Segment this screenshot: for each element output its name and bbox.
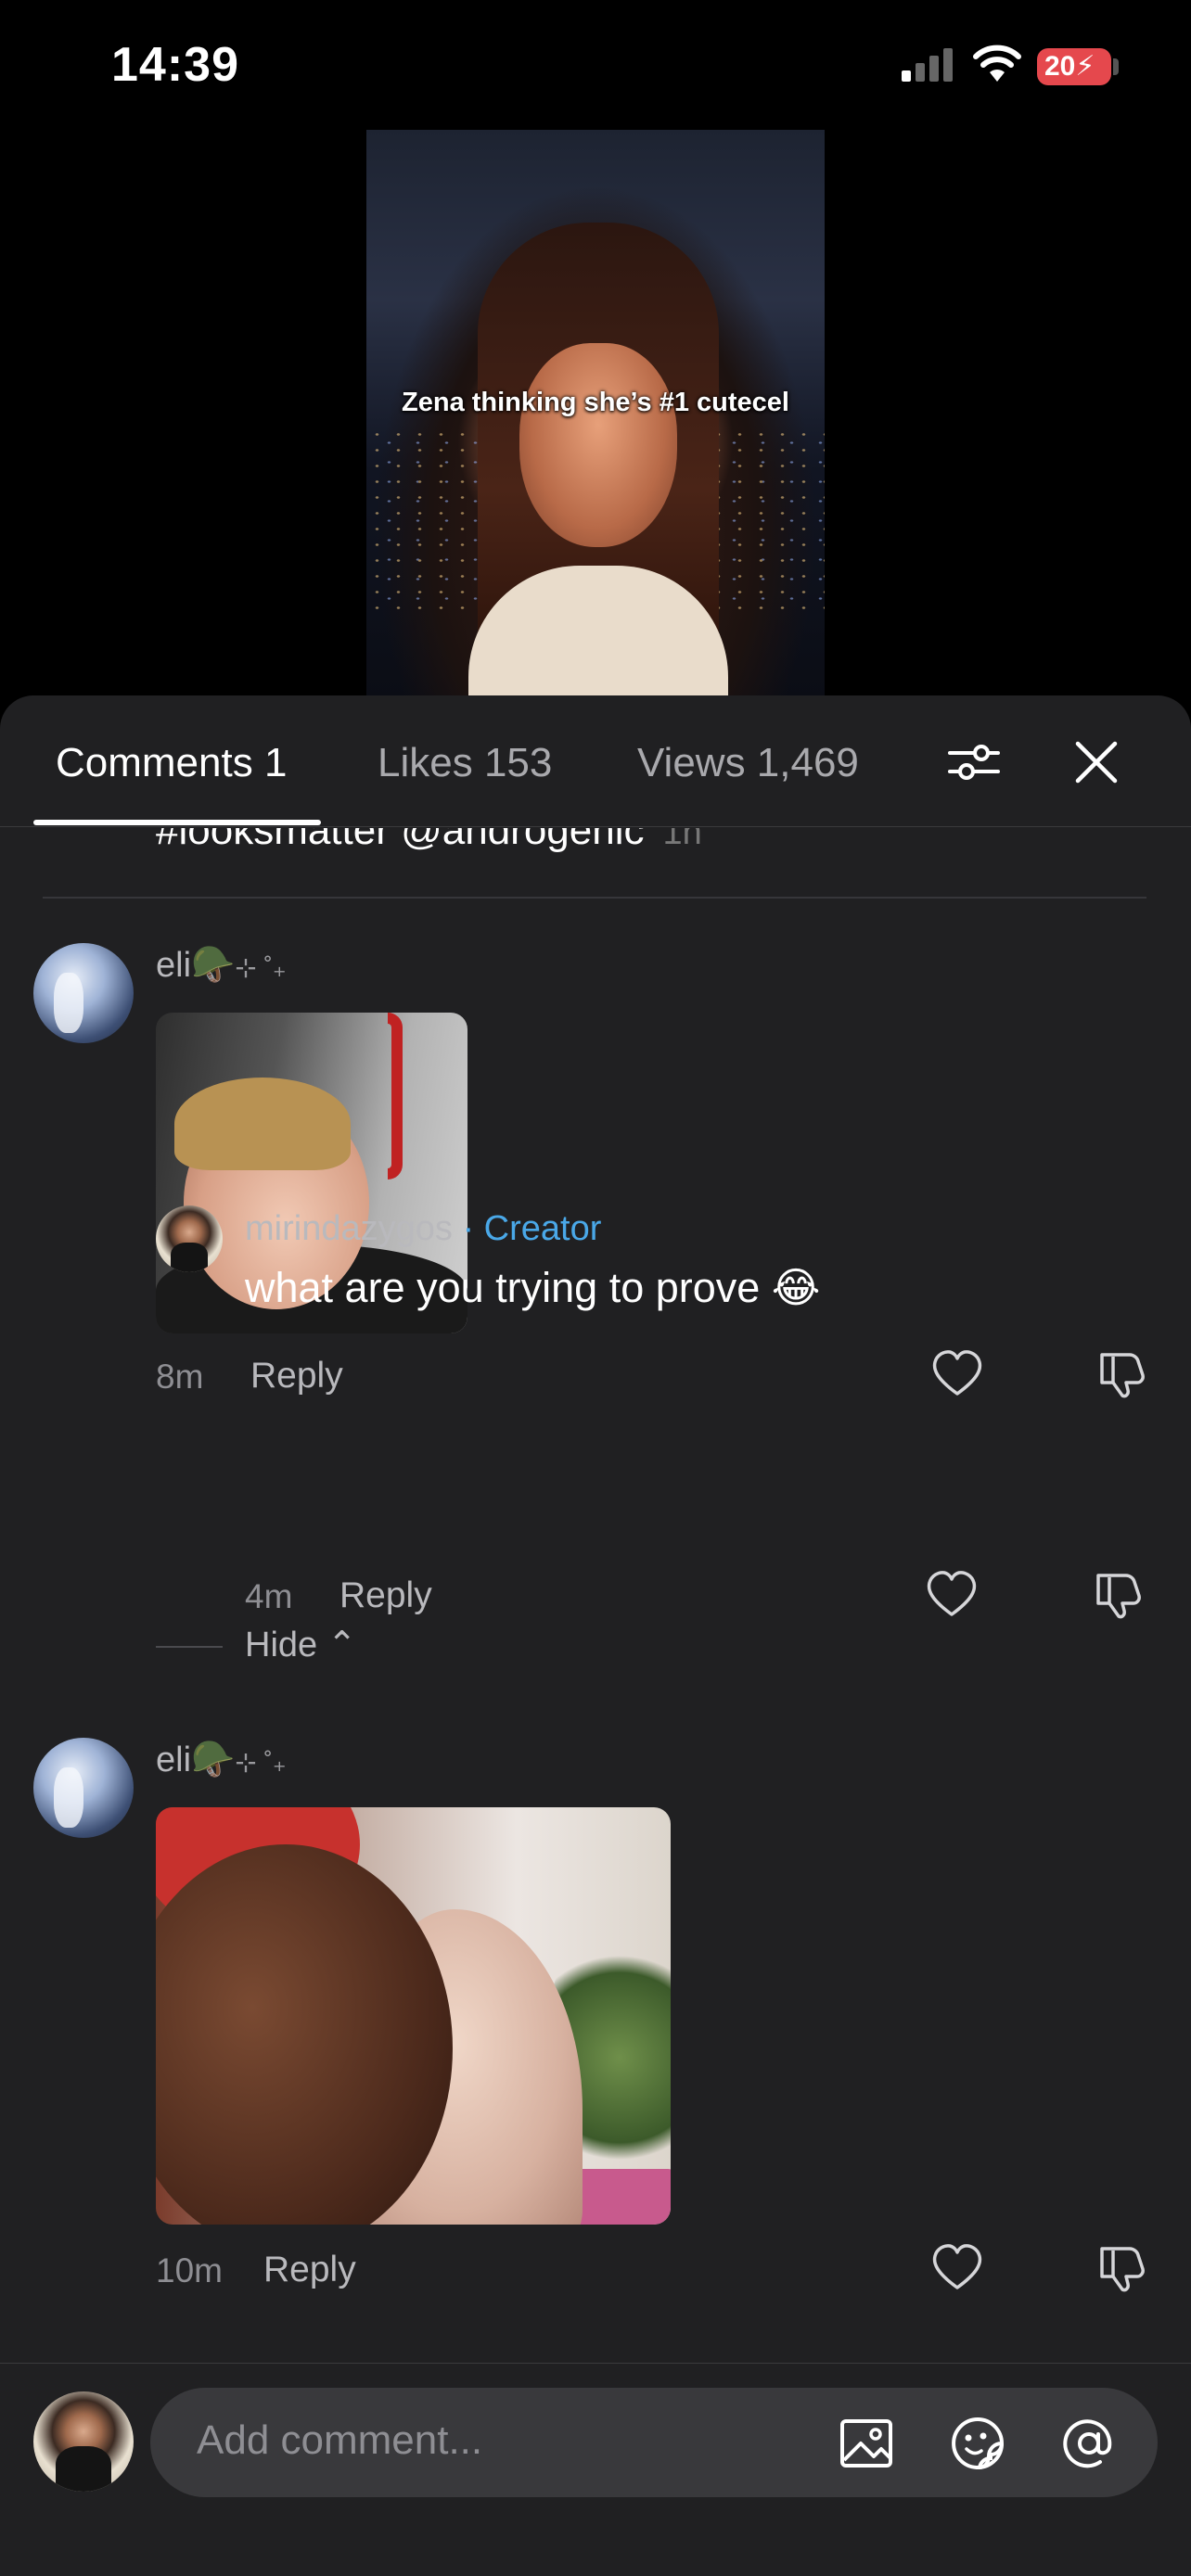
heart-icon[interactable] [924, 1566, 980, 1622]
at-icon[interactable] [1059, 2414, 1119, 2473]
avatar[interactable] [156, 1205, 223, 1272]
video-preview[interactable]: Zena thinking she’s #1 cutecel [366, 130, 825, 697]
comment-time: 8m [156, 1358, 204, 1396]
photo-hair [174, 1078, 351, 1170]
video-caption: Zena thinking she’s #1 cutecel [402, 388, 789, 417]
username-text: eli🪖 [156, 946, 236, 985]
tab-bar: Comments 1 Likes 153 Views 1,469 [0, 695, 1191, 827]
comments-sheet: Comments 1 Likes 153 Views 1,469 #looksm… [0, 695, 1191, 2576]
current-user-avatar[interactable] [33, 2391, 134, 2492]
caption-peek: #looksmatter @androgenic 1h [156, 828, 702, 854]
reply-username[interactable]: mirindazygos · Creator [245, 1209, 601, 1249]
cellular-signal-icon [902, 48, 953, 82]
tab-views[interactable]: Views 1,469 [637, 740, 859, 786]
avatar[interactable] [33, 1738, 134, 1838]
battery-indicator: 20⚡ [1037, 48, 1111, 85]
reply-time: 4m [245, 1577, 293, 1615]
sliders-icon[interactable] [944, 733, 1004, 792]
divider [43, 897, 1146, 899]
comment-input[interactable] [197, 2417, 753, 2464]
active-tab-indicator [33, 820, 321, 825]
battery-level: 20 [1044, 51, 1076, 82]
reply-text: what are you trying to prove 😂 [245, 1264, 821, 1311]
comment-username[interactable]: eli🪖⊹ ˚₊ [156, 945, 287, 986]
tab-comments[interactable]: Comments 1 [56, 740, 287, 786]
reply-button[interactable]: Reply [263, 2250, 356, 2290]
creator-badge: · Creator [462, 1209, 602, 1248]
reply-button[interactable]: Reply [250, 1356, 343, 1396]
comment-time: 10m [156, 2251, 223, 2289]
wifi-icon [973, 45, 1021, 82]
comment-image[interactable] [156, 1807, 671, 2225]
caption-peek-text: #looksmatter @androgenic [156, 828, 645, 853]
sticker-icon[interactable] [948, 2414, 1007, 2473]
video-face [519, 343, 677, 547]
hide-replies-label: Hide ⌃ [245, 1626, 357, 1664]
heart-icon[interactable] [929, 2239, 985, 2295]
hide-divider [156, 1646, 223, 1648]
comment-username[interactable]: eli🪖⊹ ˚₊ [156, 1740, 287, 1780]
username-sparkle: ⊹ ˚₊ [235, 953, 287, 982]
heart-icon[interactable] [929, 1345, 985, 1401]
comment-input-container[interactable] [150, 2388, 1158, 2497]
username-text: eli🪖 [156, 1741, 236, 1779]
close-icon[interactable] [1067, 733, 1126, 792]
avatar[interactable] [33, 943, 134, 1043]
caption-peek-time: 1h [662, 828, 702, 852]
photo-handrail [388, 1013, 403, 1180]
photo-hair [156, 1844, 453, 2225]
tab-likes[interactable]: Likes 153 [378, 740, 552, 786]
reply-button[interactable]: Reply [339, 1575, 432, 1616]
username-sparkle: ⊹ ˚₊ [235, 1748, 287, 1777]
comment-list[interactable]: #looksmatter @androgenic 1h eli🪖⊹ ˚₊ 8m R… [0, 828, 1191, 2363]
battery-tip [1113, 58, 1119, 75]
thumbs-down-icon[interactable] [1091, 1566, 1146, 1622]
image-icon[interactable] [837, 2414, 896, 2473]
username-text: mirindazygos [245, 1209, 453, 1248]
status-time: 14:39 [111, 38, 239, 92]
thumbs-down-icon[interactable] [1095, 1345, 1150, 1401]
thumbs-down-icon[interactable] [1095, 2239, 1150, 2295]
comment-composer [0, 2363, 1191, 2576]
status-bar: 14:39 20⚡ [0, 0, 1191, 130]
